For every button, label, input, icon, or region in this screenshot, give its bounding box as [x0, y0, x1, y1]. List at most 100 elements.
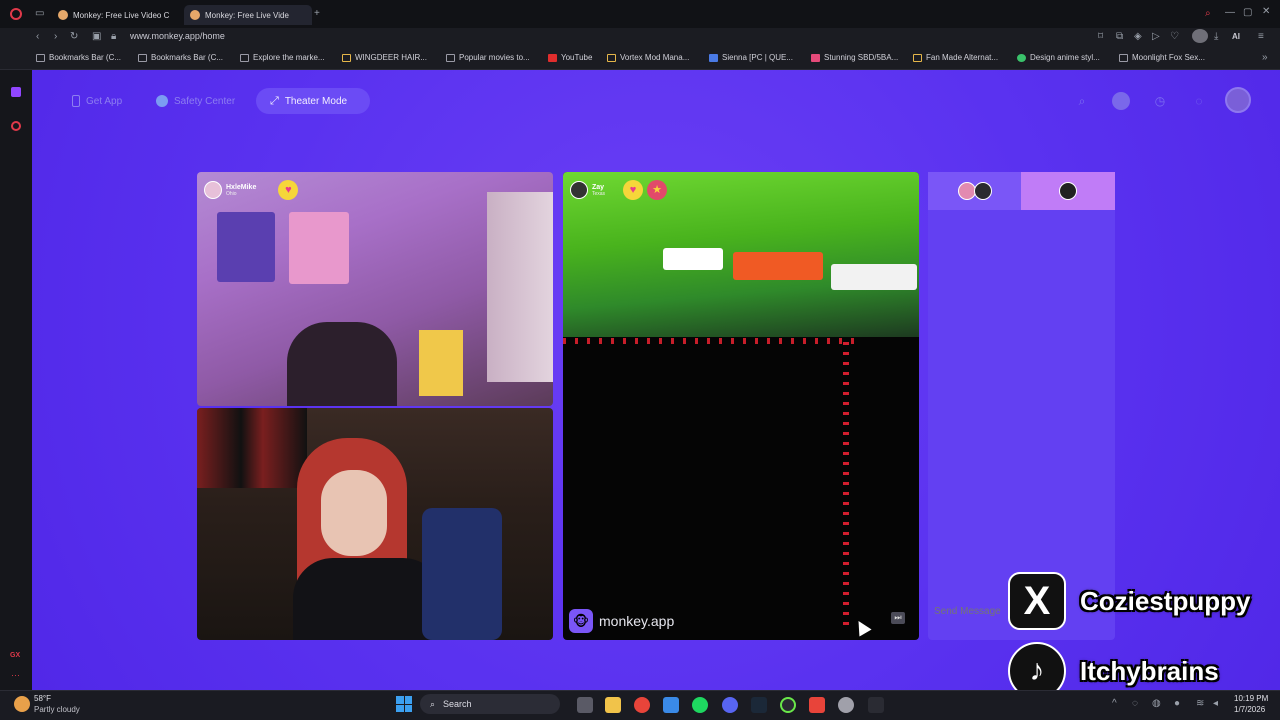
gx-icon[interactable]	[11, 121, 21, 131]
chat-user-avatar[interactable]	[1059, 182, 1077, 200]
tab-overview-icon[interactable]: ▭	[35, 8, 44, 19]
bookmark-item[interactable]: YouTube	[548, 53, 592, 62]
new-tab-icon[interactable]: +	[314, 8, 320, 19]
bookmark-item[interactable]: Explore the marke...	[240, 53, 325, 62]
username: Zay	[592, 183, 605, 191]
tab-monkey-2[interactable]: Monkey: Free Live Vide	[184, 5, 312, 25]
heart-icon[interactable]: ♥	[278, 180, 299, 200]
menu-icon[interactable]: ≡	[1258, 31, 1264, 42]
app-icon[interactable]	[838, 697, 854, 713]
back-icon[interactable]: ‹	[36, 31, 39, 42]
x-logo-icon: X	[1008, 572, 1066, 630]
gx-corner-icon[interactable]: GX	[10, 652, 20, 659]
bookmark-item[interactable]: Stunning SBD/5BA...	[811, 53, 898, 62]
clock-date[interactable]: 1/7/2026	[1234, 705, 1265, 714]
spotify-icon[interactable]	[692, 697, 708, 713]
profile-avatar[interactable]	[1192, 29, 1208, 43]
wifi-icon[interactable]: ≋	[1196, 698, 1204, 709]
chrome-icon[interactable]	[634, 697, 650, 713]
theater-mode-button[interactable]: ⤢ Theater Mode	[256, 88, 370, 114]
heart-icon[interactable]: ♡	[1170, 31, 1179, 42]
url-text[interactable]: www.monkey.app/home	[130, 31, 225, 41]
user-avatar[interactable]	[1225, 87, 1251, 113]
cereal-box-image	[419, 330, 463, 396]
tab-monkey-1[interactable]: Monkey: Free Live Video C	[52, 5, 182, 25]
forward-icon[interactable]: ›	[54, 31, 57, 42]
bookmark-item[interactable]: WINGDEER HAIR...	[342, 53, 427, 62]
shield-icon[interactable]: ◈	[1134, 31, 1142, 42]
app-tile	[663, 248, 723, 270]
chat-user-avatar[interactable]	[974, 182, 992, 200]
bookmark-item[interactable]: Fan Made Alternat...	[913, 53, 998, 62]
page-icon	[1119, 53, 1128, 62]
page-icon	[709, 53, 718, 62]
microphone-icon[interactable]: ●	[1174, 698, 1180, 709]
maximize-icon[interactable]: ▢	[1243, 7, 1252, 18]
aria-ai-button[interactable]: AI	[1232, 32, 1240, 41]
search-icon: ⌕	[430, 698, 436, 709]
safety-center-button[interactable]: Safety Center	[156, 92, 235, 110]
camera-icon[interactable]: ⧉	[1116, 31, 1123, 42]
chat-panel	[928, 172, 1115, 640]
twitch-icon[interactable]	[11, 87, 21, 97]
bookmark-item[interactable]: Design anime styl...	[1017, 53, 1100, 62]
app-icon[interactable]	[663, 697, 679, 713]
person-image	[287, 322, 397, 406]
bookmark-item[interactable]: Moonlight Fox Sex...	[1119, 53, 1205, 62]
search-tabs-icon[interactable]: ⌕	[1205, 8, 1211, 19]
close-icon[interactable]: ✕	[1262, 6, 1270, 17]
windows-start-icon[interactable]	[396, 696, 412, 712]
remote-user-2-tag[interactable]: Zay Texas ♥ ★	[570, 180, 668, 200]
bookmark-item[interactable]: Bookmarks Bar (C...	[36, 53, 121, 62]
app-icon[interactable]	[809, 697, 825, 713]
monkey-watermark: 🐵︎ monkey.app	[569, 609, 674, 633]
badge-icon[interactable]: ★	[647, 180, 668, 200]
led-strip-image	[843, 342, 849, 632]
jersey-purple-image	[217, 212, 275, 282]
folder-icon	[138, 53, 147, 62]
get-app-button[interactable]: Get App	[72, 92, 122, 110]
skip-icon[interactable]: ⏭	[891, 612, 905, 624]
clock-time[interactable]: 10:19 PM	[1234, 694, 1268, 703]
x-handle: Coziestpuppy	[1080, 585, 1251, 616]
task-view-icon[interactable]	[577, 697, 593, 713]
bookmark-item[interactable]: Sienna [PC | QUE...	[709, 53, 793, 62]
username: HxleMike	[226, 183, 257, 191]
chevron-up-icon[interactable]: ^	[1112, 698, 1117, 709]
minimize-icon[interactable]: —	[1225, 7, 1235, 18]
more-bookmarks-icon[interactable]: »	[1262, 52, 1268, 63]
tray-icon[interactable]: ◌	[1132, 698, 1138, 709]
snapshot-icon[interactable]: ▣	[92, 31, 101, 42]
discord-icon[interactable]	[722, 697, 738, 713]
bookmark-item[interactable]: Popular movies to...	[446, 53, 530, 62]
more-icon[interactable]: ···	[11, 670, 20, 680]
history-icon[interactable]: ◷	[1151, 92, 1169, 110]
messages-icon[interactable]: ◌	[1190, 92, 1208, 110]
tray-icon[interactable]: ◍	[1152, 698, 1161, 709]
opera-logo-icon[interactable]	[10, 8, 22, 20]
weather-temp[interactable]: 58°F	[34, 694, 51, 703]
weather-icon[interactable]	[14, 696, 30, 712]
weather-desc[interactable]: Partly cloudy	[34, 705, 80, 714]
screen: ▭ Monkey: Free Live Video C Monkey: Free…	[0, 0, 1280, 720]
taskbar-search[interactable]: ⌕ Search	[420, 694, 560, 714]
remote-user-1-tag[interactable]: HxleMike Ohio ♥	[204, 180, 299, 200]
coin-icon[interactable]	[1112, 92, 1130, 110]
download-icon[interactable]: ⤓	[1214, 31, 1218, 42]
steam-icon[interactable]	[751, 697, 767, 713]
page-icon	[811, 53, 820, 62]
opera-gx-icon[interactable]	[780, 697, 796, 713]
pin-icon[interactable]: ⌑	[1098, 31, 1103, 42]
play-icon[interactable]: ▷	[1152, 31, 1160, 42]
bookmark-item[interactable]: Bookmarks Bar (C...	[138, 53, 223, 62]
user-location: Ohio	[226, 190, 237, 197]
bookmark-item[interactable]: Vortex Mod Mana...	[607, 53, 689, 62]
file-explorer-icon[interactable]	[605, 697, 621, 713]
reload-icon[interactable]: ↻	[70, 31, 78, 42]
volume-icon[interactable]: ◂	[1213, 698, 1218, 709]
heart-icon[interactable]: ♥	[623, 180, 644, 200]
jersey-pink-image	[289, 212, 349, 284]
app-icon[interactable]	[868, 697, 884, 713]
search-icon[interactable]: ⌕	[1073, 92, 1091, 110]
video-remote-2: Zay Texas ♥ ★ 🐵︎ monkey.app ⏭	[563, 172, 919, 640]
